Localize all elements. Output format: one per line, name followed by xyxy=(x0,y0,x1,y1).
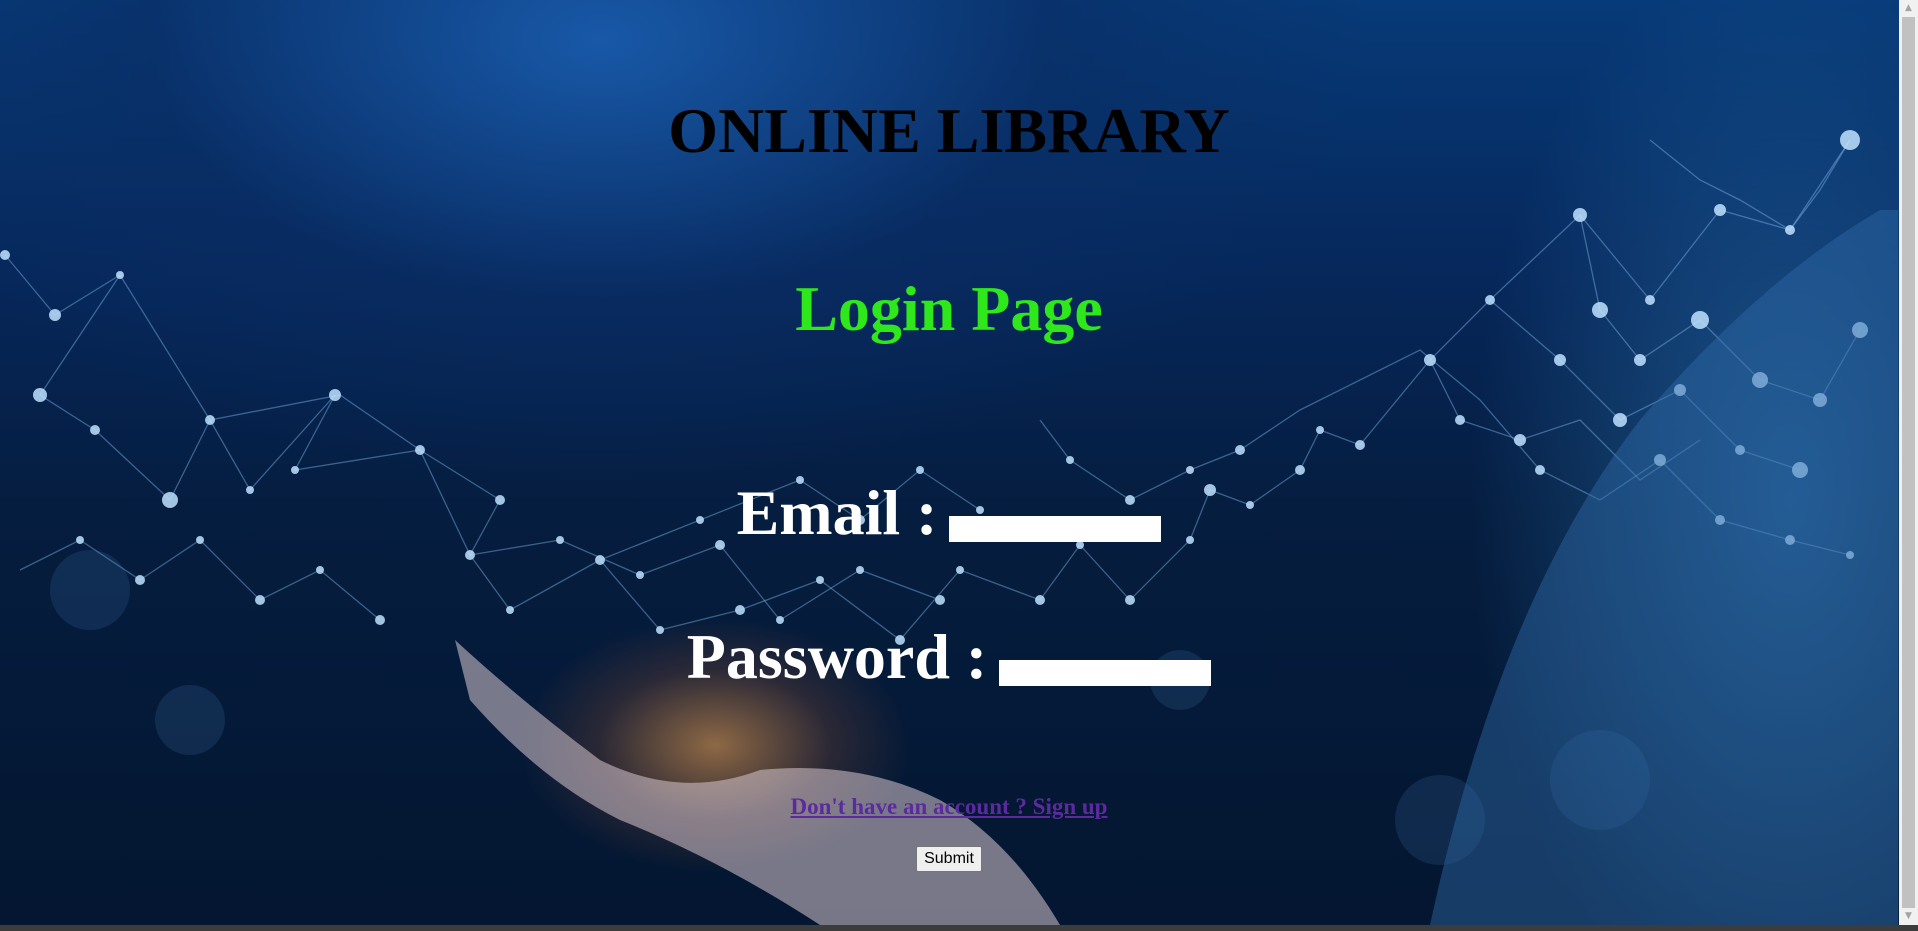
submit-row: Submit xyxy=(0,846,1898,872)
email-label: Email : xyxy=(736,477,938,548)
email-field[interactable] xyxy=(949,516,1162,542)
password-row: Password : xyxy=(0,622,1898,692)
password-field[interactable] xyxy=(999,660,1212,686)
email-row: Email : xyxy=(0,478,1898,548)
signup-link[interactable]: Don't have an account ? Sign up xyxy=(791,794,1108,819)
window-bottom-edge xyxy=(0,925,1918,931)
password-label: Password : xyxy=(686,621,988,692)
signup-link-row: Don't have an account ? Sign up xyxy=(0,792,1898,822)
submit-button[interactable]: Submit xyxy=(916,846,982,872)
page-title: Login Page xyxy=(795,273,1103,344)
login-page: ONLINE LIBRARY Login Page Email : Passwo… xyxy=(0,0,1918,931)
scroll-thumb[interactable] xyxy=(1902,17,1915,908)
login-container: ONLINE LIBRARY Login Page Email : Passwo… xyxy=(0,0,1898,925)
vertical-scrollbar[interactable]: ▲ ▼ xyxy=(1899,0,1918,925)
scroll-up-arrow-icon[interactable]: ▲ xyxy=(1899,0,1918,17)
site-title: ONLINE LIBRARY xyxy=(668,95,1230,166)
scroll-down-arrow-icon[interactable]: ▼ xyxy=(1899,908,1918,925)
